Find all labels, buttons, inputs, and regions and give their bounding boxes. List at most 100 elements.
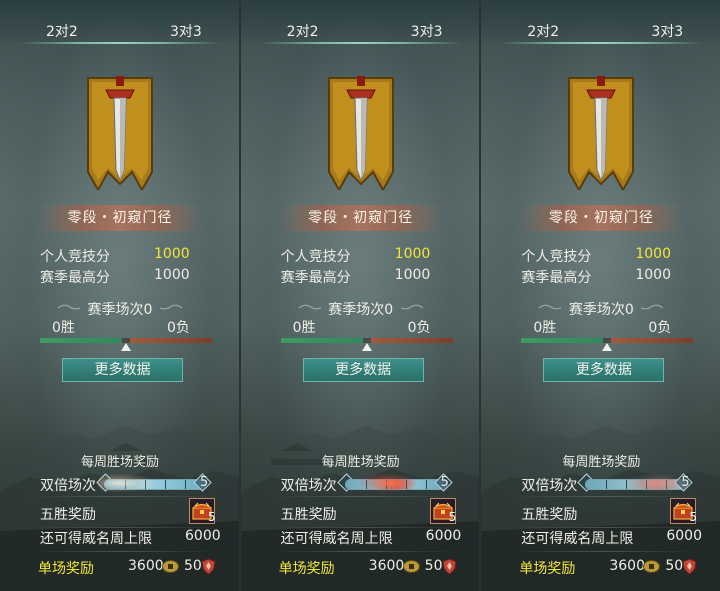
double-matches-fill (345, 480, 446, 489)
personal-score-label: 个人竞技分 (280, 249, 351, 265)
single-reward-coins: 3600 (368, 558, 405, 574)
loss-segment (370, 338, 453, 343)
divider (270, 551, 458, 552)
double-matches-fill (586, 480, 687, 489)
rank-name-banner: 零段・初窥门径 (521, 205, 682, 231)
single-reward-label: 单场奖励 (278, 561, 335, 577)
win-loss-marker (121, 343, 131, 351)
coin-icon (402, 560, 420, 573)
five-win-count: 5 (448, 510, 457, 524)
tab-2v2[interactable]: 2对2 (527, 21, 559, 41)
double-matches-bar (344, 479, 447, 490)
mode-tabs: 2对2 3对3 (0, 0, 239, 44)
tab-2v2[interactable]: 2对2 (46, 21, 78, 41)
five-win-count: 5 (208, 510, 216, 524)
sword-banner-icon (568, 76, 635, 190)
divider (511, 496, 699, 497)
prestige-cap-label: 还可得威名周上限 (280, 531, 393, 547)
divider (30, 551, 217, 552)
single-reward-coins: 3600 (128, 558, 164, 574)
right-curl-ornament (400, 304, 423, 310)
more-data-button[interactable]: 更多数据 (302, 358, 424, 382)
tab-3v3[interactable]: 3对3 (651, 21, 683, 41)
five-win-count: 5 (689, 510, 697, 524)
season-high-label: 赛季最高分 (280, 270, 351, 286)
arena-panel-3: 2对2 3对3 零段・初窥门径 个人竞技分 1000 赛季最高分 1000 赛季… (479, 0, 720, 591)
coin-icon (162, 560, 179, 573)
double-matches-fill (105, 480, 205, 489)
shield-icon (201, 558, 216, 575)
double-matches-label: 双倍场次 (521, 478, 578, 494)
arena-panel-2: 2对2 3对3 零段・初窥门径 个人竞技分 1000 赛季最高分 1000 赛季… (238, 0, 480, 591)
personal-score-value: 1000 (154, 246, 190, 262)
loss-segment (130, 338, 212, 343)
tab-underline (18, 42, 222, 44)
sword-banner-icon (87, 76, 153, 190)
season-matches: 赛季场次0 (87, 302, 153, 318)
mode-tabs: 2对2 3对3 (481, 0, 720, 44)
season-high-value: 1000 (635, 267, 671, 283)
double-matches-count: 5 (200, 475, 209, 490)
double-matches-count: 5 (440, 475, 449, 490)
weekly-reward-title: 每周胜场奖励 (80, 455, 159, 470)
divider (30, 496, 217, 497)
win-loss-marker (361, 343, 372, 351)
season-high-value: 1000 (154, 267, 190, 283)
prestige-cap-label: 还可得威名周上限 (521, 531, 634, 547)
personal-score-value: 1000 (635, 246, 671, 262)
season-high-value: 1000 (394, 267, 431, 283)
win-loss-marker (602, 343, 613, 351)
season-matches: 赛季场次0 (568, 302, 634, 318)
five-win-label: 五胜奖励 (40, 507, 96, 523)
prestige-cap-label: 还可得威名周上限 (40, 531, 152, 547)
tab-2v2[interactable]: 2对2 (287, 21, 319, 41)
sword-banner-icon (327, 76, 394, 190)
coin-icon (643, 560, 661, 573)
single-reward-shields: 50 (665, 558, 684, 574)
arena-panel-1: 2对2 3对3 零段・初窥门径 个人竞技分 1000 赛季最高分 1000 赛季… (0, 0, 239, 591)
personal-score-label: 个人竞技分 (40, 249, 110, 265)
single-reward-coins: 3600 (609, 558, 645, 574)
right-curl-ornament (160, 304, 182, 310)
divider (270, 496, 458, 497)
single-reward-label: 单场奖励 (38, 561, 94, 577)
right-curl-ornament (641, 304, 664, 310)
rank-name-banner: 零段・初窥门径 (280, 205, 441, 231)
tab-3v3[interactable]: 3对3 (411, 21, 443, 41)
weekly-reward-title: 每周胜场奖励 (562, 455, 641, 470)
rank-name-banner: 零段・初窥门径 (40, 205, 200, 231)
divider (511, 551, 699, 552)
wins-count: 0胜 (533, 320, 557, 336)
tab-underline (258, 42, 463, 44)
five-win-label: 五胜奖励 (280, 507, 337, 523)
season-high-label: 赛季最高分 (521, 270, 592, 286)
personal-score-value: 1000 (394, 246, 431, 262)
weekly-reward-title: 每周胜场奖励 (321, 455, 400, 470)
double-matches-label: 双倍场次 (280, 478, 337, 494)
season-matches: 赛季场次0 (328, 302, 394, 318)
single-reward-label: 单场奖励 (519, 561, 576, 577)
win-segment (280, 338, 363, 343)
single-reward-shields: 50 (424, 558, 443, 574)
arena-panels: 2对2 3对3 零段・初窥门径 个人竞技分 1000 赛季最高分 1000 赛季… (0, 0, 720, 591)
losses-count: 0负 (407, 320, 431, 336)
double-matches-label: 双倍场次 (40, 478, 96, 494)
tab-underline (499, 42, 704, 44)
double-matches-bar (585, 479, 688, 490)
more-data-button[interactable]: 更多数据 (62, 358, 183, 382)
single-reward-shields: 50 (184, 558, 202, 574)
mode-tabs: 2对2 3对3 (240, 0, 480, 44)
win-segment (40, 338, 122, 343)
losses-count: 0负 (167, 320, 190, 336)
win-segment (521, 338, 604, 343)
wins-count: 0胜 (292, 320, 316, 336)
prestige-cap-value: 6000 (666, 528, 702, 544)
wins-count: 0胜 (52, 320, 75, 336)
tab-3v3[interactable]: 3对3 (170, 21, 202, 41)
personal-score-label: 个人竞技分 (521, 249, 592, 265)
double-matches-count: 5 (681, 475, 690, 490)
more-data-button[interactable]: 更多数据 (543, 358, 665, 382)
season-high-label: 赛季最高分 (40, 270, 110, 286)
shield-icon (682, 558, 697, 575)
prestige-cap-value: 6000 (185, 528, 221, 544)
